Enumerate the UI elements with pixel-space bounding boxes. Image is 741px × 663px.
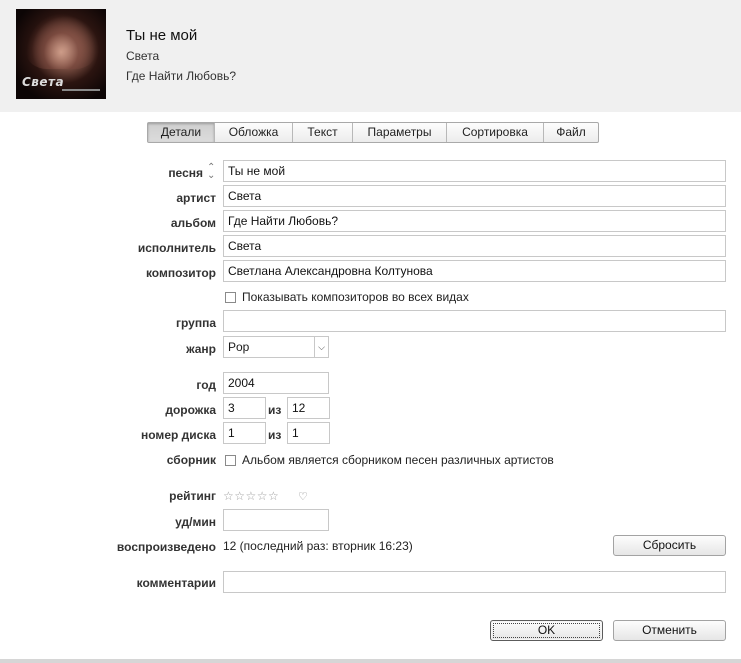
compilation-checkbox-label[interactable]: Альбом является сборником песен различны… — [242, 453, 554, 467]
grouping-field[interactable] — [223, 310, 726, 332]
song-field[interactable]: Ты не мой — [223, 160, 726, 182]
focus-ring — [493, 623, 600, 638]
tab-artwork[interactable]: Обложка — [214, 123, 292, 142]
artist-label: артист — [176, 191, 216, 205]
genre-select[interactable]: Pop ⌵ — [223, 336, 329, 358]
chevron-down-icon[interactable]: ⌵ — [314, 337, 328, 357]
year-label: год — [196, 378, 216, 392]
composer-field[interactable]: Светлана Александровна Колтунова — [223, 260, 726, 282]
tab-sorting[interactable]: Сортировка — [446, 123, 543, 142]
artist-field[interactable]: Света — [223, 185, 726, 207]
track-label: дорожка — [165, 403, 216, 417]
track-of-label: из — [268, 403, 282, 417]
reset-button[interactable]: Сбросить — [613, 535, 726, 556]
comments-field[interactable] — [223, 571, 726, 593]
window-bottom-edge — [0, 659, 741, 663]
grouping-label: группа — [175, 316, 216, 330]
tab-options[interactable]: Параметры — [352, 123, 446, 142]
album-artist-label: исполнитель — [137, 241, 216, 255]
tab-lyrics[interactable]: Текст — [292, 123, 352, 142]
song-label: песня — [168, 166, 203, 180]
header-album: Где Найти Любовь? — [126, 69, 237, 83]
year-field[interactable]: 2004 — [223, 372, 329, 394]
love-heart-icon[interactable]: ♡ — [298, 490, 308, 503]
header-artist: Света — [126, 49, 160, 63]
show-composers-label[interactable]: Показывать композиторов во всех видах — [242, 290, 469, 304]
tab-bar: Детали Обложка Текст Параметры Сортировк… — [147, 122, 599, 143]
album-field[interactable]: Где Найти Любовь? — [223, 210, 726, 232]
compilation-label: сборник — [166, 453, 216, 467]
genre-value: Pop — [228, 340, 250, 354]
plays-value: 12 (последний раз: вторник 16:23) — [223, 539, 413, 553]
track-number-field[interactable]: 3 — [223, 397, 266, 419]
tab-details[interactable]: Детали — [148, 123, 214, 142]
show-composers-checkbox[interactable] — [225, 292, 236, 303]
compilation-checkbox[interactable] — [225, 455, 236, 466]
track-total-field[interactable]: 12 — [287, 397, 330, 419]
song-info-header: Света Ты не мой Света Где Найти Любовь? — [0, 0, 741, 112]
genre-label: жанр — [186, 342, 216, 356]
album-label: альбом — [170, 216, 216, 230]
disc-label: номер диска — [141, 428, 216, 442]
disc-of-label: из — [268, 428, 282, 442]
ok-button[interactable]: OK — [490, 620, 603, 641]
rating-stars[interactable]: ☆☆☆☆☆ — [223, 489, 279, 503]
sort-updown-icon[interactable]: ⌃ ⌄ — [207, 163, 215, 181]
disc-total-field[interactable]: 1 — [287, 422, 330, 444]
bpm-label: уд/мин — [175, 515, 216, 529]
comments-label: комментарии — [136, 576, 216, 590]
disc-number-field[interactable]: 1 — [223, 422, 266, 444]
bpm-field[interactable] — [223, 509, 329, 531]
tab-file[interactable]: Файл — [543, 123, 598, 142]
album-artist-field[interactable]: Света — [223, 235, 726, 257]
cancel-button[interactable]: Отменить — [613, 620, 726, 641]
header-song-title: Ты не мой — [126, 27, 198, 44]
composer-label: композитор — [145, 266, 216, 280]
artwork-logo-text: Света — [22, 75, 65, 89]
rating-label: рейтинг — [169, 489, 216, 503]
plays-label: воспроизведено — [116, 540, 216, 554]
album-artwork: Света — [16, 9, 106, 99]
